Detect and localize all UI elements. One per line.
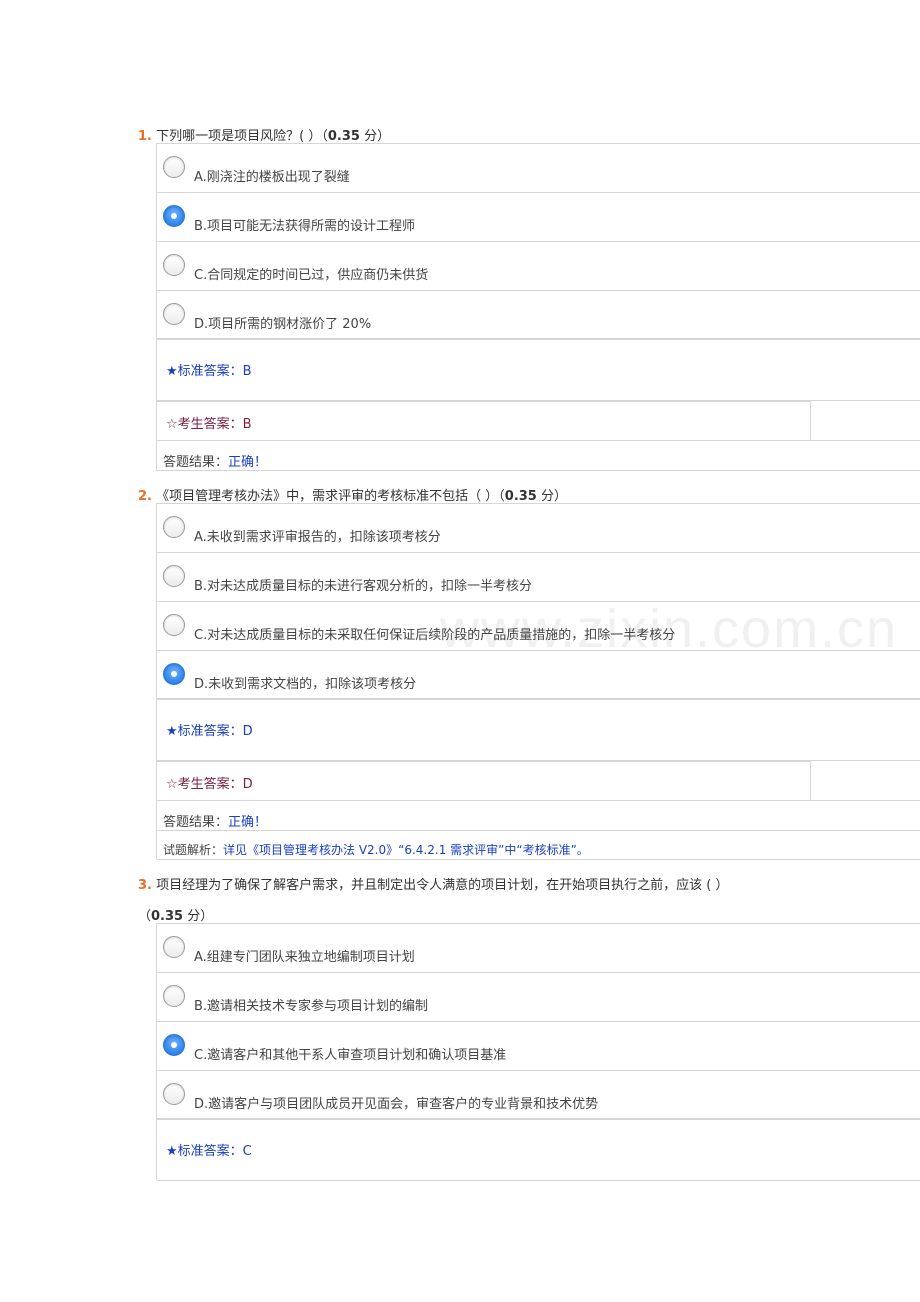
question-3-box: A.组建专门团队来独立地编制项目计划 B.邀请相关技术专家参与项目计划的编制 C… [156,923,920,1181]
option-b[interactable]: B.项目可能无法获得所需的设计工程师 [157,193,920,242]
radio-unchecked-icon[interactable] [163,614,185,636]
question-3-title: 3. 项目经理为了确保了解客户需求，并且制定出令人满意的项目计划，在开始项目执行… [138,874,728,893]
student-answer: ☆考生答案：D [157,761,920,801]
radio-unchecked-icon[interactable] [163,516,185,538]
option-label: B.对未达成质量目标的未进行客观分析的，扣除一半考核分 [194,579,533,594]
radio-checked-icon[interactable] [163,1034,185,1056]
option-label: B.邀请相关技术专家参与项目计划的编制 [194,999,429,1014]
radio-unchecked-icon[interactable] [163,985,185,1007]
question-1-box: A.刚浇注的楼板出现了裂缝 B.项目可能无法获得所需的设计工程师 C.合同规定的… [156,143,920,471]
option-d[interactable]: D.项目所需的钢材涨价了 20% [157,291,920,340]
option-label: D.未收到需求文档的，扣除该项考核分 [194,677,417,692]
option-label: A.刚浇注的楼板出现了裂缝 [194,170,350,185]
radio-checked-icon[interactable] [163,663,185,685]
radio-unchecked-icon[interactable] [163,254,185,276]
radio-unchecked-icon[interactable] [163,303,185,325]
option-a[interactable]: A.未收到需求评审报告的，扣除该项考核分 [157,504,920,553]
question-text: 《项目管理考核办法》中，需求评审的考核标准不包括（ ） [156,489,499,504]
question-score: （0.35 分） [138,909,214,924]
radio-unchecked-icon[interactable] [163,565,185,587]
question-2-title: 2. 《项目管理考核办法》中，需求评审的考核标准不包括（ ）（0.35 分） [138,485,567,504]
question-number: 1. [138,129,152,144]
standard-answer: ★标准答案：D [157,701,920,761]
option-label: C.合同规定的时间已过，供应商仍未供货 [194,268,429,283]
option-d[interactable]: D.邀请客户与项目团队成员开见面会，审查客户的专业背景和技术优势 [157,1071,920,1120]
option-label: D.邀请客户与项目团队成员开见面会，审查客户的专业背景和技术优势 [194,1097,599,1112]
question-number: 3. [138,878,152,893]
question-1-title: 1. 下列哪一项是项目风险？( ）（0.35 分） [138,125,390,144]
option-b[interactable]: B.邀请相关技术专家参与项目计划的编制 [157,973,920,1022]
option-label: D.项目所需的钢材涨价了 20% [194,317,372,332]
answer-result: 答题结果：正确！ [157,801,920,831]
answer-analysis: 试题解析：详见《项目管理考核办法 V2.0》“6.4.2.1 需求评审”中“考核… [157,831,920,860]
option-label: C.邀请客户和其他干系人审查项目计划和确认项目基准 [194,1048,507,1063]
question-text: 下列哪一项是项目风险？( ） [156,129,322,144]
option-label: B.项目可能无法获得所需的设计工程师 [194,219,416,234]
radio-unchecked-icon[interactable] [163,156,185,178]
standard-answer: ★标准答案：B [157,341,920,401]
answer-result: 答题结果：正确！ [157,441,920,471]
option-label: A.组建专门团队来独立地编制项目计划 [194,950,415,965]
question-score: （0.35 分） [498,489,567,504]
option-c[interactable]: C.对未达成质量目标的未采取任何保证后续阶段的产品质量措施的，扣除一半考核分 [157,602,920,651]
option-d[interactable]: D.未收到需求文档的，扣除该项考核分 [157,651,920,700]
question-text: 项目经理为了确保了解客户需求，并且制定出令人满意的项目计划，在开始项目执行之前，… [156,878,729,893]
standard-answer: ★标准答案：C [157,1121,920,1181]
question-score: （0.35 分） [321,129,391,144]
radio-unchecked-icon[interactable] [163,1083,185,1105]
option-c[interactable]: C.邀请客户和其他干系人审查项目计划和确认项目基准 [157,1022,920,1071]
option-a[interactable]: A.刚浇注的楼板出现了裂缝 [157,144,920,193]
question-number: 2. [138,489,152,504]
radio-checked-icon[interactable] [163,205,185,227]
option-label: A.未收到需求评审报告的，扣除该项考核分 [194,530,441,545]
option-a[interactable]: A.组建专门团队来独立地编制项目计划 [157,924,920,973]
student-answer: ☆考生答案：B [157,401,920,441]
question-2-box: A.未收到需求评审报告的，扣除该项考核分 B.对未达成质量目标的未进行客观分析的… [156,503,920,860]
option-label: C.对未达成质量目标的未采取任何保证后续阶段的产品质量措施的，扣除一半考核分 [194,628,676,643]
option-c[interactable]: C.合同规定的时间已过，供应商仍未供货 [157,242,920,291]
exam-page: www.zixin.com.cn 1. 下列哪一项是项目风险？( ）（0.35 … [0,0,920,1302]
radio-unchecked-icon[interactable] [163,936,185,958]
option-b[interactable]: B.对未达成质量目标的未进行客观分析的，扣除一半考核分 [157,553,920,602]
